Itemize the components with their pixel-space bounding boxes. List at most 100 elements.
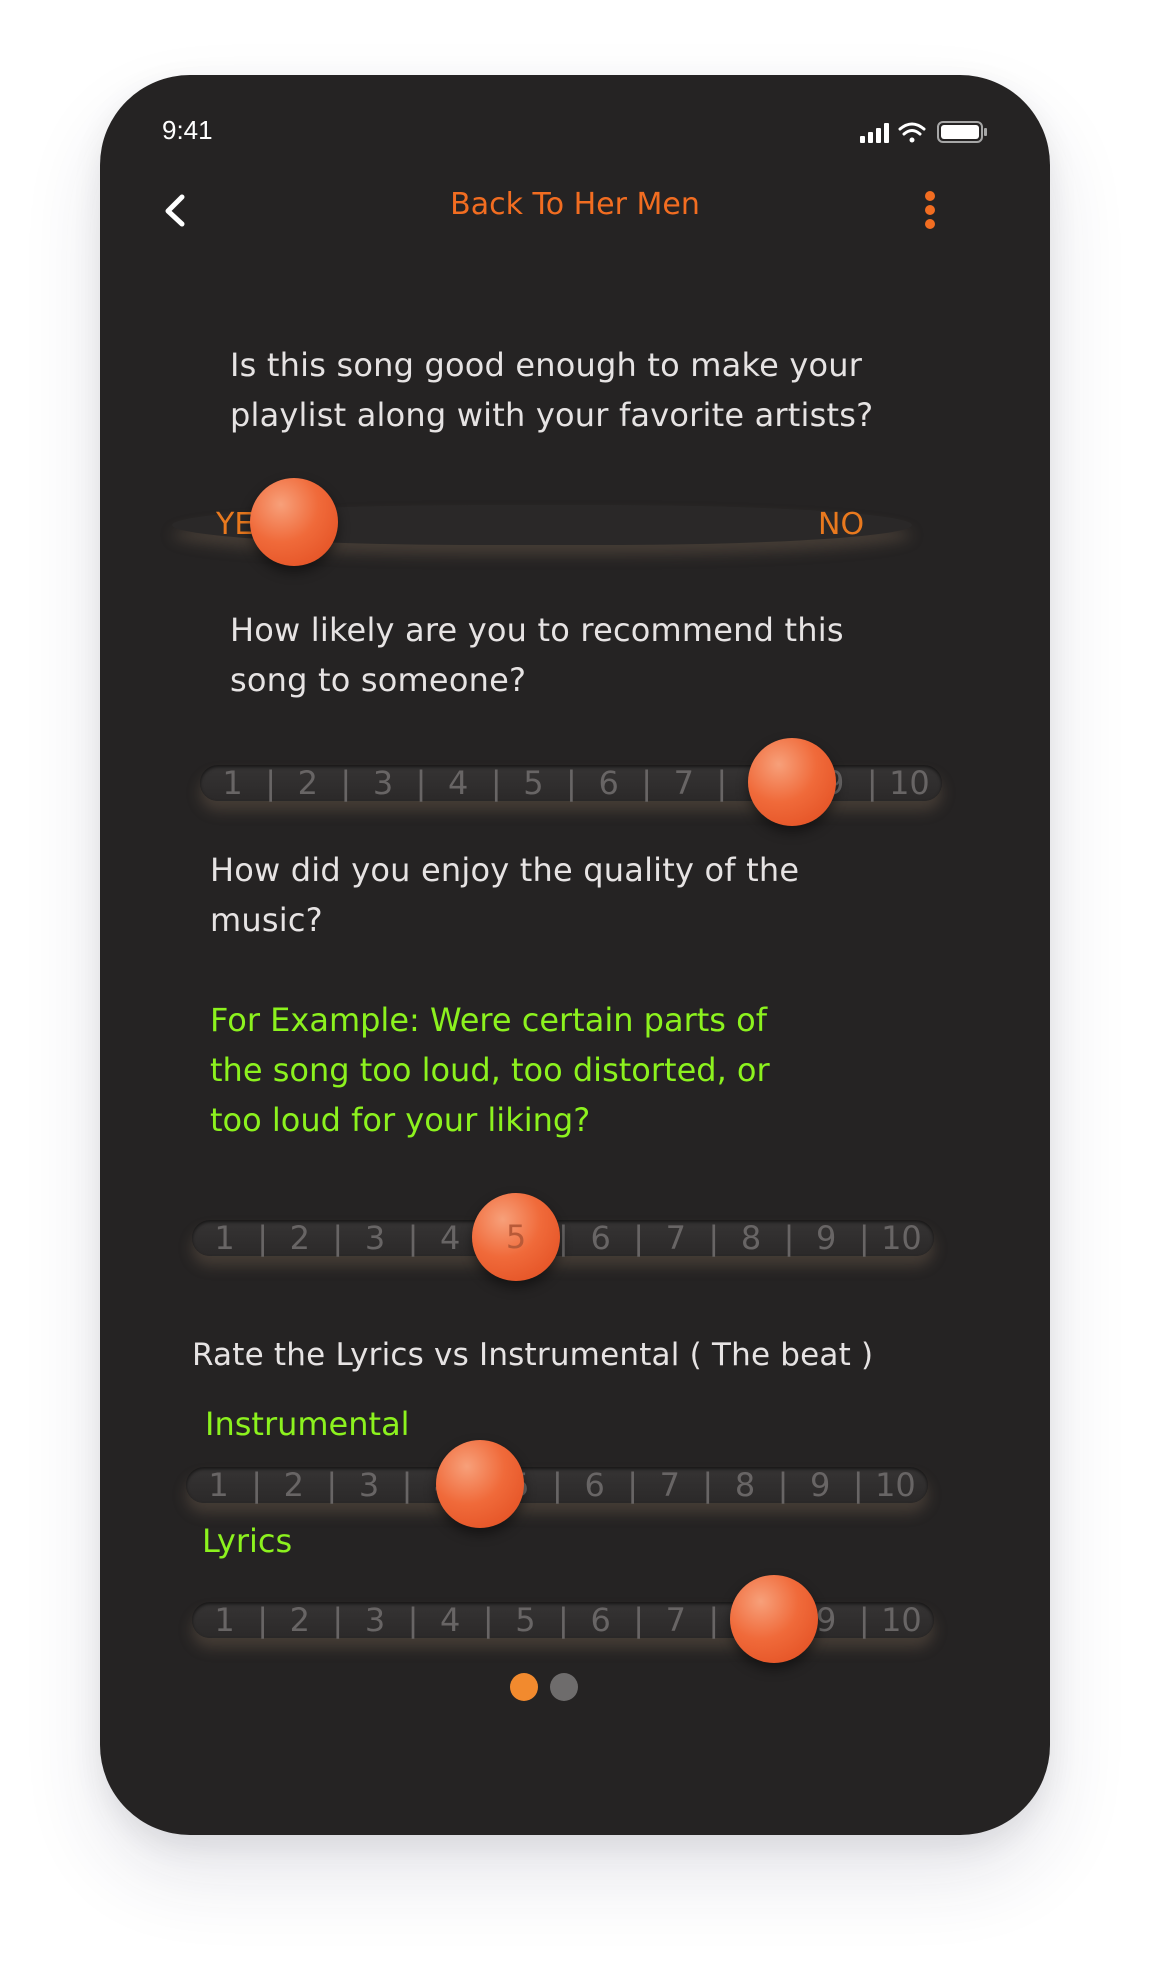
- lyrics-option-4[interactable]: 4: [418, 1601, 483, 1639]
- scale-separator: |: [558, 1601, 569, 1639]
- lyrics-option-10[interactable]: 10: [869, 1601, 934, 1639]
- scale-separator: |: [866, 764, 878, 802]
- scale-separator: |: [257, 1219, 268, 1257]
- scale-separator: |: [415, 764, 427, 802]
- quality-scale-slider[interactable]: 1|2|3|4|5|6|7|8|9|10: [192, 1219, 934, 1257]
- lyrics-option-2[interactable]: 2: [267, 1601, 332, 1639]
- quality-option-6[interactable]: 6: [568, 1219, 633, 1257]
- recommend-option-2[interactable]: 2: [275, 764, 340, 802]
- scale-separator: |: [340, 764, 352, 802]
- quality-option-1[interactable]: 1: [192, 1219, 257, 1257]
- question-recommend-line1: How likely are you to recommend this: [230, 611, 844, 649]
- status-icons: [860, 119, 990, 145]
- lyrics-option-3[interactable]: 3: [342, 1601, 407, 1639]
- scale-separator: |: [566, 764, 577, 802]
- scale-separator: |: [633, 1219, 644, 1257]
- quality-hint: For Example: Were certain parts of the s…: [210, 995, 770, 1145]
- scale-separator: |: [777, 1466, 789, 1504]
- lyrics-option-5[interactable]: 5: [493, 1601, 558, 1639]
- scale-separator: |: [265, 764, 276, 802]
- scale-separator: |: [702, 1466, 714, 1504]
- scale-separator: |: [326, 1466, 338, 1504]
- lyrics-scale-slider[interactable]: 1|2|3|4|5|6|7|8|9|10: [192, 1601, 934, 1639]
- question-quality: How did you enjoy the quality of the mus…: [210, 845, 799, 945]
- scale-separator: |: [633, 1601, 644, 1639]
- question-recommend-line2: song to someone?: [230, 661, 527, 699]
- recommend-option-1[interactable]: 1: [200, 764, 265, 802]
- quality-option-3[interactable]: 3: [342, 1219, 407, 1257]
- quality-scale-labels: 1|2|3|4|5|6|7|8|9|10: [192, 1219, 934, 1257]
- scale-separator: |: [407, 1219, 419, 1257]
- scale-separator: |: [332, 1219, 344, 1257]
- question-quality-line1: How did you enjoy the quality of the: [210, 851, 800, 889]
- instrumental-option-10[interactable]: 10: [863, 1466, 928, 1504]
- lyrics-option-1[interactable]: 1: [192, 1601, 257, 1639]
- scale-separator: |: [251, 1466, 262, 1504]
- scale-separator: |: [627, 1466, 638, 1504]
- recommend-option-5[interactable]: 5: [501, 764, 566, 802]
- scale-separator: |: [852, 1466, 864, 1504]
- instrumental-option-7[interactable]: 7: [637, 1466, 702, 1504]
- instrumental-label: Instrumental: [205, 1405, 410, 1443]
- scale-separator: |: [332, 1601, 344, 1639]
- quality-option-8[interactable]: 8: [718, 1219, 783, 1257]
- lyrics-option-7[interactable]: 7: [643, 1601, 708, 1639]
- recommend-option-4[interactable]: 4: [426, 764, 491, 802]
- more-vertical-icon: [925, 191, 935, 229]
- quality-option-7[interactable]: 7: [643, 1219, 708, 1257]
- yes-label: YE: [216, 507, 254, 542]
- no-label: NO: [818, 507, 865, 542]
- signal-icon: [860, 123, 889, 143]
- lyrics-slider-knob[interactable]: [730, 1575, 818, 1663]
- wifi-icon: [898, 122, 926, 143]
- recommend-option-6[interactable]: 6: [576, 764, 641, 802]
- recommend-option-3[interactable]: 3: [350, 764, 415, 802]
- scale-separator: |: [708, 1219, 720, 1257]
- scale-separator: |: [401, 1466, 413, 1504]
- lyrics-scale-labels: 1|2|3|4|5|6|7|8|9|10: [192, 1601, 934, 1639]
- page-title: Back To Her Men: [450, 187, 700, 222]
- page-dot-active[interactable]: [510, 1673, 538, 1701]
- scale-separator: |: [783, 1219, 795, 1257]
- question-quality-line2: music?: [210, 901, 323, 939]
- instrumental-option-9[interactable]: 9: [788, 1466, 853, 1504]
- scale-separator: |: [641, 764, 652, 802]
- more-options-button[interactable]: [918, 187, 942, 233]
- phone-screen: 9:41 Back To Her Men Is this song good e…: [100, 75, 1050, 1835]
- instrumental-option-3[interactable]: 3: [336, 1466, 401, 1504]
- quality-option-2[interactable]: 2: [267, 1219, 332, 1257]
- question-playlist: Is this song good enough to make your pl…: [230, 340, 873, 440]
- recommend-slider-knob[interactable]: [748, 738, 836, 826]
- quality-hint-line2: the song too loud, too distorted, or: [210, 1051, 770, 1089]
- battery-icon: [937, 121, 987, 143]
- question-playlist-line2: playlist along with your favorite artist…: [230, 396, 874, 434]
- scale-separator: |: [407, 1601, 419, 1639]
- scale-separator: |: [490, 764, 502, 802]
- recommend-option-10[interactable]: 10: [877, 764, 942, 802]
- instrumental-slider-knob[interactable]: [436, 1440, 524, 1528]
- recommend-option-7[interactable]: 7: [651, 764, 716, 802]
- quality-hint-line1: For Example: Were certain parts of: [210, 1001, 767, 1039]
- quality-option-9[interactable]: 9: [794, 1219, 859, 1257]
- question-playlist-line1: Is this song good enough to make your: [230, 346, 863, 384]
- status-time: 9:41: [162, 115, 213, 145]
- scale-separator: |: [858, 1219, 870, 1257]
- quality-option-10[interactable]: 10: [869, 1219, 934, 1257]
- question-recommend: How likely are you to recommend this son…: [230, 605, 844, 705]
- scale-separator: |: [552, 1466, 563, 1504]
- scale-separator: |: [716, 764, 728, 802]
- lyrics-option-6[interactable]: 6: [568, 1601, 633, 1639]
- scale-separator: |: [257, 1601, 268, 1639]
- quality-slider-knob[interactable]: [472, 1193, 560, 1281]
- instrumental-option-6[interactable]: 6: [562, 1466, 627, 1504]
- question-lyrics-vs-instrumental: Rate the Lyrics vs Instrumental ( The be…: [192, 1337, 874, 1373]
- instrumental-option-1[interactable]: 1: [186, 1466, 251, 1504]
- page-dot-inactive[interactable]: [550, 1673, 578, 1701]
- yes-no-slider-knob[interactable]: [250, 478, 338, 566]
- scale-separator: |: [858, 1601, 870, 1639]
- instrumental-scale-slider[interactable]: 1|2|3|4|5|6|7|8|9|10: [186, 1466, 928, 1504]
- quality-hint-line3: too loud for your liking?: [210, 1101, 591, 1139]
- scale-separator: |: [708, 1601, 720, 1639]
- instrumental-option-8[interactable]: 8: [712, 1466, 777, 1504]
- instrumental-option-2[interactable]: 2: [261, 1466, 326, 1504]
